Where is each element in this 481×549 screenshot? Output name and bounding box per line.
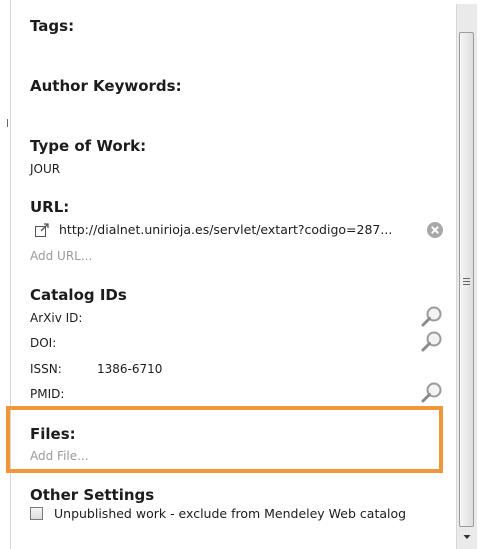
pmid-lookup-magnifier-icon[interactable]	[420, 381, 444, 403]
add-url-link[interactable]: Add URL...	[30, 249, 92, 263]
issn-value[interactable]: 1386-6710	[97, 362, 162, 376]
arxiv-lookup-magnifier-icon[interactable]	[420, 305, 444, 327]
unpublished-work-label: Unpublished work - exclude from Mendeley…	[54, 506, 407, 521]
remove-circle-icon[interactable]	[426, 221, 444, 239]
doi-lookup-magnifier-icon[interactable]	[420, 330, 444, 352]
author-keywords-heading: Author Keywords:	[30, 77, 182, 95]
type-of-work-value[interactable]: JOUR	[30, 162, 60, 176]
url-link[interactable]: http://dialnet.unirioja.es/servlet/extar…	[59, 222, 421, 237]
issn-label: ISSN:	[30, 362, 62, 376]
url-heading: URL:	[30, 198, 70, 216]
scroll-down-arrow-icon[interactable]	[461, 531, 473, 543]
external-link-icon[interactable]	[34, 222, 50, 238]
url-entry: http://dialnet.unirioja.es/servlet/extar…	[30, 221, 446, 239]
tags-heading: Tags:	[30, 17, 75, 35]
other-settings-heading: Other Settings	[30, 486, 155, 504]
resize-tick	[7, 119, 8, 127]
pmid-label: PMID:	[30, 387, 65, 401]
arxiv-id-label: ArXiv ID:	[30, 311, 83, 325]
files-highlight-box	[6, 406, 443, 473]
unpublished-work-checkbox[interactable]	[30, 507, 43, 520]
grip-line	[463, 284, 470, 285]
vertical-scrollbar[interactable]	[456, 4, 477, 549]
scrollbar-thumb[interactable]	[459, 32, 474, 527]
grip-line	[463, 278, 470, 279]
doi-label: DOI:	[30, 336, 57, 350]
grip-line	[463, 281, 470, 282]
type-of-work-heading: Type of Work:	[30, 137, 147, 155]
catalog-ids-heading: Catalog IDs	[30, 286, 127, 304]
